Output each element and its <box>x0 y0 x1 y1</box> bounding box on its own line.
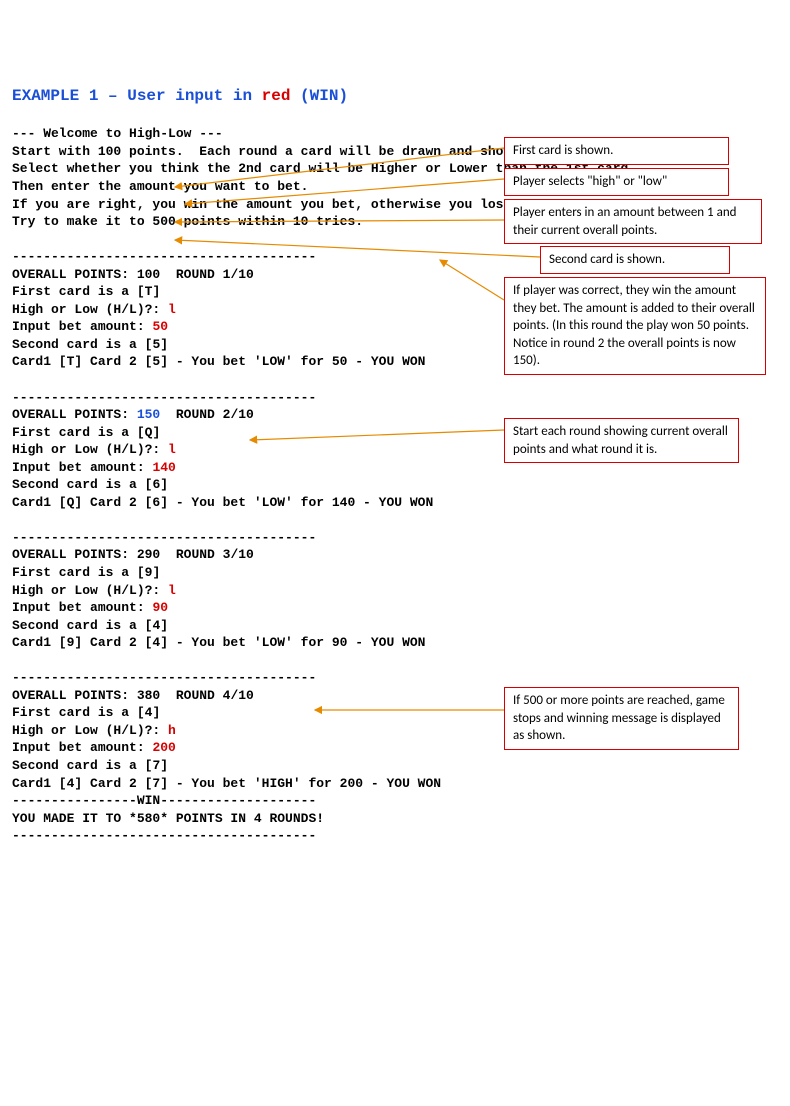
r3-round: 3/10 <box>223 547 254 562</box>
divider: --------------------------------------- <box>12 828 316 843</box>
intro-line-5: Try to make it to 500 points within 10 t… <box>12 214 363 229</box>
title-suffix: (WIN) <box>290 87 348 105</box>
divider: --------------------------------------- <box>12 249 316 264</box>
r4-hl-input: h <box>168 723 176 738</box>
arrow-won <box>440 260 504 300</box>
bet-prompt: Input bet amount: <box>12 319 152 334</box>
hl-prompt: High or Low (H/L)?: <box>12 723 168 738</box>
r3-points: 290 <box>137 547 160 562</box>
hl-prompt: High or Low (H/L)?: <box>12 302 168 317</box>
callout-bet-amount: Player enters in an amount between 1 and… <box>504 199 762 244</box>
divider: --------------------------------------- <box>12 670 316 685</box>
r1-points: 100 <box>137 267 160 282</box>
overall-points-label: OVERALL POINTS: <box>12 267 137 282</box>
title-prefix: EXAMPLE 1 – User input in <box>12 87 262 105</box>
r3-hl-input: l <box>168 583 176 598</box>
win-message: YOU MADE IT TO *580* POINTS IN 4 ROUNDS! <box>12 811 324 826</box>
r2-result: Card1 [Q] Card 2 [6] - You bet 'LOW' for… <box>12 495 433 510</box>
r4-result: Card1 [4] Card 2 [7] - You bet 'HIGH' fo… <box>12 776 441 791</box>
round-label: ROUND <box>160 407 222 422</box>
first-card-label: First card is a [ <box>12 705 145 720</box>
r2-hl-input: l <box>168 442 176 457</box>
overall-points-label: OVERALL POINTS: <box>12 407 137 422</box>
r1-round: 1/10 <box>223 267 254 282</box>
second-card-label: Second card is a [ <box>12 477 152 492</box>
bet-prompt: Input bet amount: <box>12 600 152 615</box>
callout-win-explain: If player was correct, they win the amou… <box>504 277 766 375</box>
r4-round: 4/10 <box>223 688 254 703</box>
bet-prompt: Input bet amount: <box>12 740 152 755</box>
callout-high-low: Player selects "high" or "low" <box>504 168 729 196</box>
callout-second-card: Second card is shown. <box>540 246 730 274</box>
r1-hl-input: l <box>168 302 176 317</box>
hl-prompt: High or Low (H/L)?: <box>12 583 168 598</box>
intro-line-4: If you are right, you win the amount you… <box>12 197 519 212</box>
round-label: ROUND <box>160 547 222 562</box>
r2-points: 150 <box>137 407 160 422</box>
overall-points-label: OVERALL POINTS: <box>12 688 137 703</box>
win-line: ----------------WIN-------------------- <box>12 793 316 808</box>
divider: --------------------------------------- <box>12 530 316 545</box>
second-card-label: Second card is a [ <box>12 758 152 773</box>
r4-points: 380 <box>137 688 160 703</box>
first-card-label: First card is a [ <box>12 425 145 440</box>
r1-result: Card1 [T] Card 2 [5] - You bet 'LOW' for… <box>12 354 425 369</box>
bet-prompt: Input bet amount: <box>12 460 152 475</box>
overall-points-label: OVERALL POINTS: <box>12 547 137 562</box>
callout-round-header: Start each round showing current overall… <box>504 418 739 463</box>
second-card-label: Second card is a [ <box>12 337 152 352</box>
intro-line-0: --- Welcome to High-Low --- <box>12 126 223 141</box>
callout-first-card: First card is shown. <box>504 137 729 165</box>
r4-second: 7 <box>152 758 160 773</box>
round-label: ROUND <box>160 688 222 703</box>
arrow-round-header <box>250 430 504 440</box>
r3-bet-input: 90 <box>152 600 168 615</box>
r4-bet-input: 200 <box>152 740 175 755</box>
hl-prompt: High or Low (H/L)?: <box>12 442 168 457</box>
second-card-label: Second card is a [ <box>12 618 152 633</box>
divider: --------------------------------------- <box>12 390 316 405</box>
first-card-label: First card is a [ <box>12 565 145 580</box>
callout-final-win: If 500 or more points are reached, game … <box>504 687 739 750</box>
r2-bet-input: 140 <box>152 460 175 475</box>
r1-bet-input: 50 <box>152 319 168 334</box>
r3-result: Card1 [9] Card 2 [4] - You bet 'LOW' for… <box>12 635 425 650</box>
intro-line-1: Start with 100 points. Each round a card… <box>12 144 527 159</box>
title-red-word: red <box>262 87 291 105</box>
intro-line-3: Then enter the amount you want to bet. <box>12 179 308 194</box>
round-label: ROUND <box>160 267 222 282</box>
r2-round: 2/10 <box>223 407 254 422</box>
first-card-label: First card is a [ <box>12 284 145 299</box>
